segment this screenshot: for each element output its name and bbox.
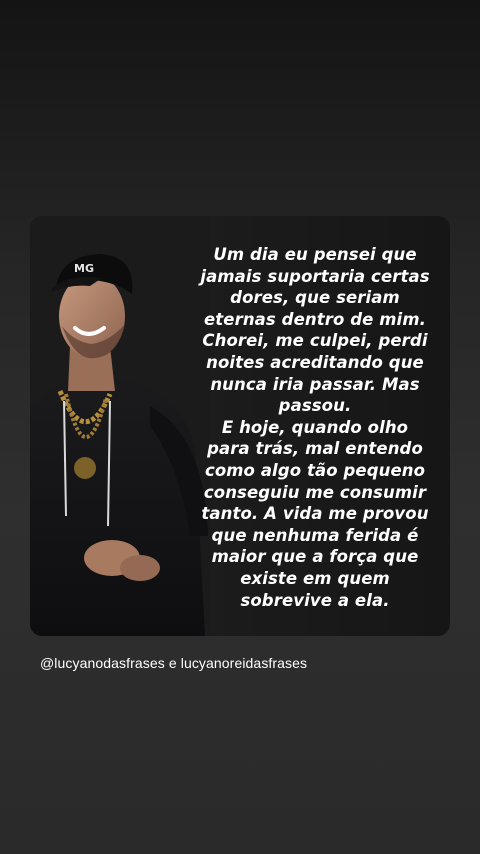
quote-line: como algo tão pequeno	[204, 460, 426, 480]
quote-line: jamais suportaria certas	[200, 266, 430, 286]
quote-line: nunca iria passar. Mas	[210, 374, 420, 394]
quote-line: eternas dentro de mim.	[204, 309, 426, 329]
quote-line: E hoje, quando olho	[221, 417, 409, 437]
quote-line: conseguiu me consumir	[203, 482, 427, 502]
quote-line: Um dia eu pensei que	[213, 245, 417, 264]
quote-line: sobrevive a ela.	[240, 590, 390, 610]
quote-line: passou.	[278, 396, 352, 416]
quote-line: para trás, mal entendo	[207, 439, 423, 459]
quote-text: Um dia eu pensei que jamais suportaria c…	[190, 244, 440, 611]
quote-line: tanto. A vida me provou	[201, 504, 429, 524]
quote-line: que nenhuma ferida é	[211, 525, 419, 545]
quote-line: maior que a força que	[211, 547, 419, 567]
mention-link[interactable]: @lucyanodasfrases e lucyanoreidasfrases	[40, 655, 307, 671]
quote-line: existe em quem	[240, 568, 390, 588]
shared-post-card[interactable]: MG Um dia eu pensei que jamais suportari…	[30, 216, 450, 636]
quote-line: Chorei, me culpei, perdi	[202, 331, 428, 351]
quote-line: dores, que seriam	[230, 288, 400, 308]
quote-line: noites acreditando que	[206, 352, 424, 372]
man-portrait-image: MG	[30, 216, 210, 636]
cap-logo: MG	[74, 262, 94, 275]
